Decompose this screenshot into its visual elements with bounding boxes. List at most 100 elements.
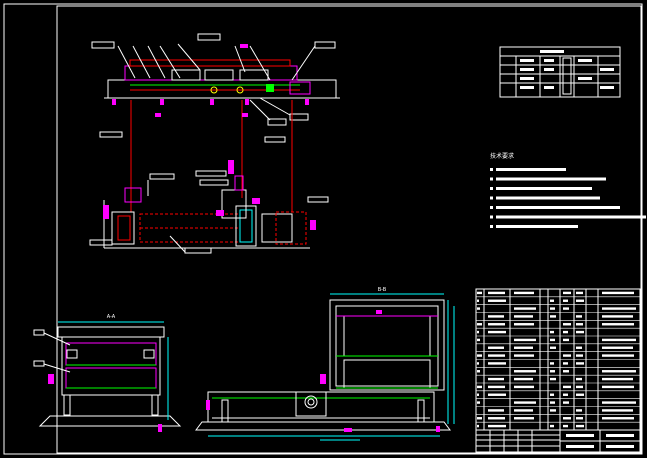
parameter-table xyxy=(499,46,621,98)
bom-cell-text xyxy=(477,291,482,295)
bom-cell-text xyxy=(576,346,582,349)
bom-cell-text xyxy=(477,401,480,404)
bom-cell-text xyxy=(514,409,533,412)
bom-cell-text xyxy=(563,354,571,357)
bom-cell-text xyxy=(563,338,569,342)
bom-cell-text xyxy=(576,354,583,357)
bom-cell-text xyxy=(477,393,479,396)
bom-cell-text xyxy=(563,393,568,396)
bom-cell-text xyxy=(550,330,554,334)
bom-cell-text xyxy=(602,354,634,357)
bom-cell-text xyxy=(602,417,634,420)
bom-cell-text xyxy=(563,362,568,365)
bom-cell-text xyxy=(488,291,505,295)
title-block xyxy=(475,429,641,453)
bom-cell-text xyxy=(488,330,506,334)
bom-cell-text xyxy=(576,315,582,318)
bom-cell-text xyxy=(563,417,571,420)
bom-cell-text xyxy=(488,393,506,396)
bom-rows xyxy=(476,291,640,428)
note-line xyxy=(496,168,566,171)
note-bullet xyxy=(490,168,493,171)
note-bullet xyxy=(490,206,493,209)
bom-cell-text xyxy=(477,354,482,357)
bom-cell-text xyxy=(576,323,583,326)
bom-cell-text xyxy=(550,377,556,381)
bom-cell-text xyxy=(602,315,633,318)
bom-cell-text xyxy=(563,370,569,373)
bom-cell-text xyxy=(514,346,533,349)
bom-cell-text xyxy=(602,385,634,389)
bom-cell-text xyxy=(477,424,479,428)
bom-cell-text xyxy=(477,362,479,365)
bom-cell-text xyxy=(550,315,556,318)
bom-cell-text xyxy=(602,409,633,412)
bom-cell-text xyxy=(514,291,534,295)
note-bullet xyxy=(490,187,493,190)
bom-cell-text xyxy=(563,424,568,428)
bom-cell-text xyxy=(477,417,482,420)
bom-cell-text xyxy=(550,307,555,310)
bom-cell-text xyxy=(488,385,505,389)
bom-cell-text xyxy=(514,370,536,373)
bom-cell-text xyxy=(602,307,636,310)
bom-cell-text xyxy=(477,338,480,342)
bom-cell-text xyxy=(488,377,504,381)
note-lines xyxy=(490,168,646,228)
bom-cell-text xyxy=(602,338,636,342)
bom-cell-text xyxy=(563,307,569,310)
bom-cell-text xyxy=(488,354,505,357)
bom-cell-text xyxy=(477,385,482,389)
bom-cell-text xyxy=(550,362,554,365)
bom-cell-text xyxy=(563,385,571,389)
bom-cell-text xyxy=(563,299,568,302)
bom-cell-text xyxy=(576,424,584,428)
bom-cell-text xyxy=(488,346,504,349)
bom-cell-text xyxy=(488,323,505,326)
bom-cell-text xyxy=(602,323,634,326)
note-bullet xyxy=(490,177,493,181)
bom-cell-text xyxy=(514,385,534,389)
bom-cell-text xyxy=(514,354,534,357)
bom-cell-text xyxy=(550,401,555,404)
bom-cell-text xyxy=(576,291,583,295)
bom-cell-text xyxy=(514,401,536,404)
bom-cell-text xyxy=(550,338,555,342)
bom-cell-text xyxy=(550,409,556,412)
bom-cell-text xyxy=(514,417,534,420)
bom-cell-text xyxy=(602,377,633,381)
bom-cell-text xyxy=(602,370,636,373)
bom-cell-text xyxy=(576,385,583,389)
bom-cell-text xyxy=(563,330,568,334)
note-line xyxy=(496,206,620,209)
bom-cell-text xyxy=(514,338,536,342)
bom-cell-text xyxy=(602,346,633,349)
note-line xyxy=(496,187,592,190)
bom-cell-text xyxy=(576,409,582,412)
note-bullet xyxy=(490,225,493,228)
bom-cell-text xyxy=(563,401,569,404)
section-view-right: B-B xyxy=(195,287,455,441)
note-line xyxy=(496,177,606,181)
note-bullet xyxy=(490,215,493,219)
bom-cell-text xyxy=(576,299,584,302)
note-line xyxy=(496,196,600,200)
bom-cell-text xyxy=(477,323,482,326)
outer-border xyxy=(3,3,643,455)
bom-cell-text xyxy=(550,370,555,373)
bom-cell-text xyxy=(576,417,583,420)
bom-cell-text xyxy=(563,291,571,295)
bom-cell-text xyxy=(488,424,506,428)
note-line xyxy=(496,225,578,228)
bom-cell-text xyxy=(477,330,479,334)
drawing-canvas: A-A B-B 技术要求 xyxy=(3,3,646,455)
bom-cell-text xyxy=(602,291,634,295)
section-a-label: A-A xyxy=(107,314,116,320)
bill-of-materials xyxy=(475,288,641,431)
bom-cell-text xyxy=(576,393,584,396)
bom-cell-text xyxy=(514,315,533,318)
bom-cell-text xyxy=(576,377,582,381)
technical-notes: 技术要求 xyxy=(490,152,646,228)
bom-cell-text xyxy=(488,362,506,365)
bom-cell-text xyxy=(514,377,533,381)
